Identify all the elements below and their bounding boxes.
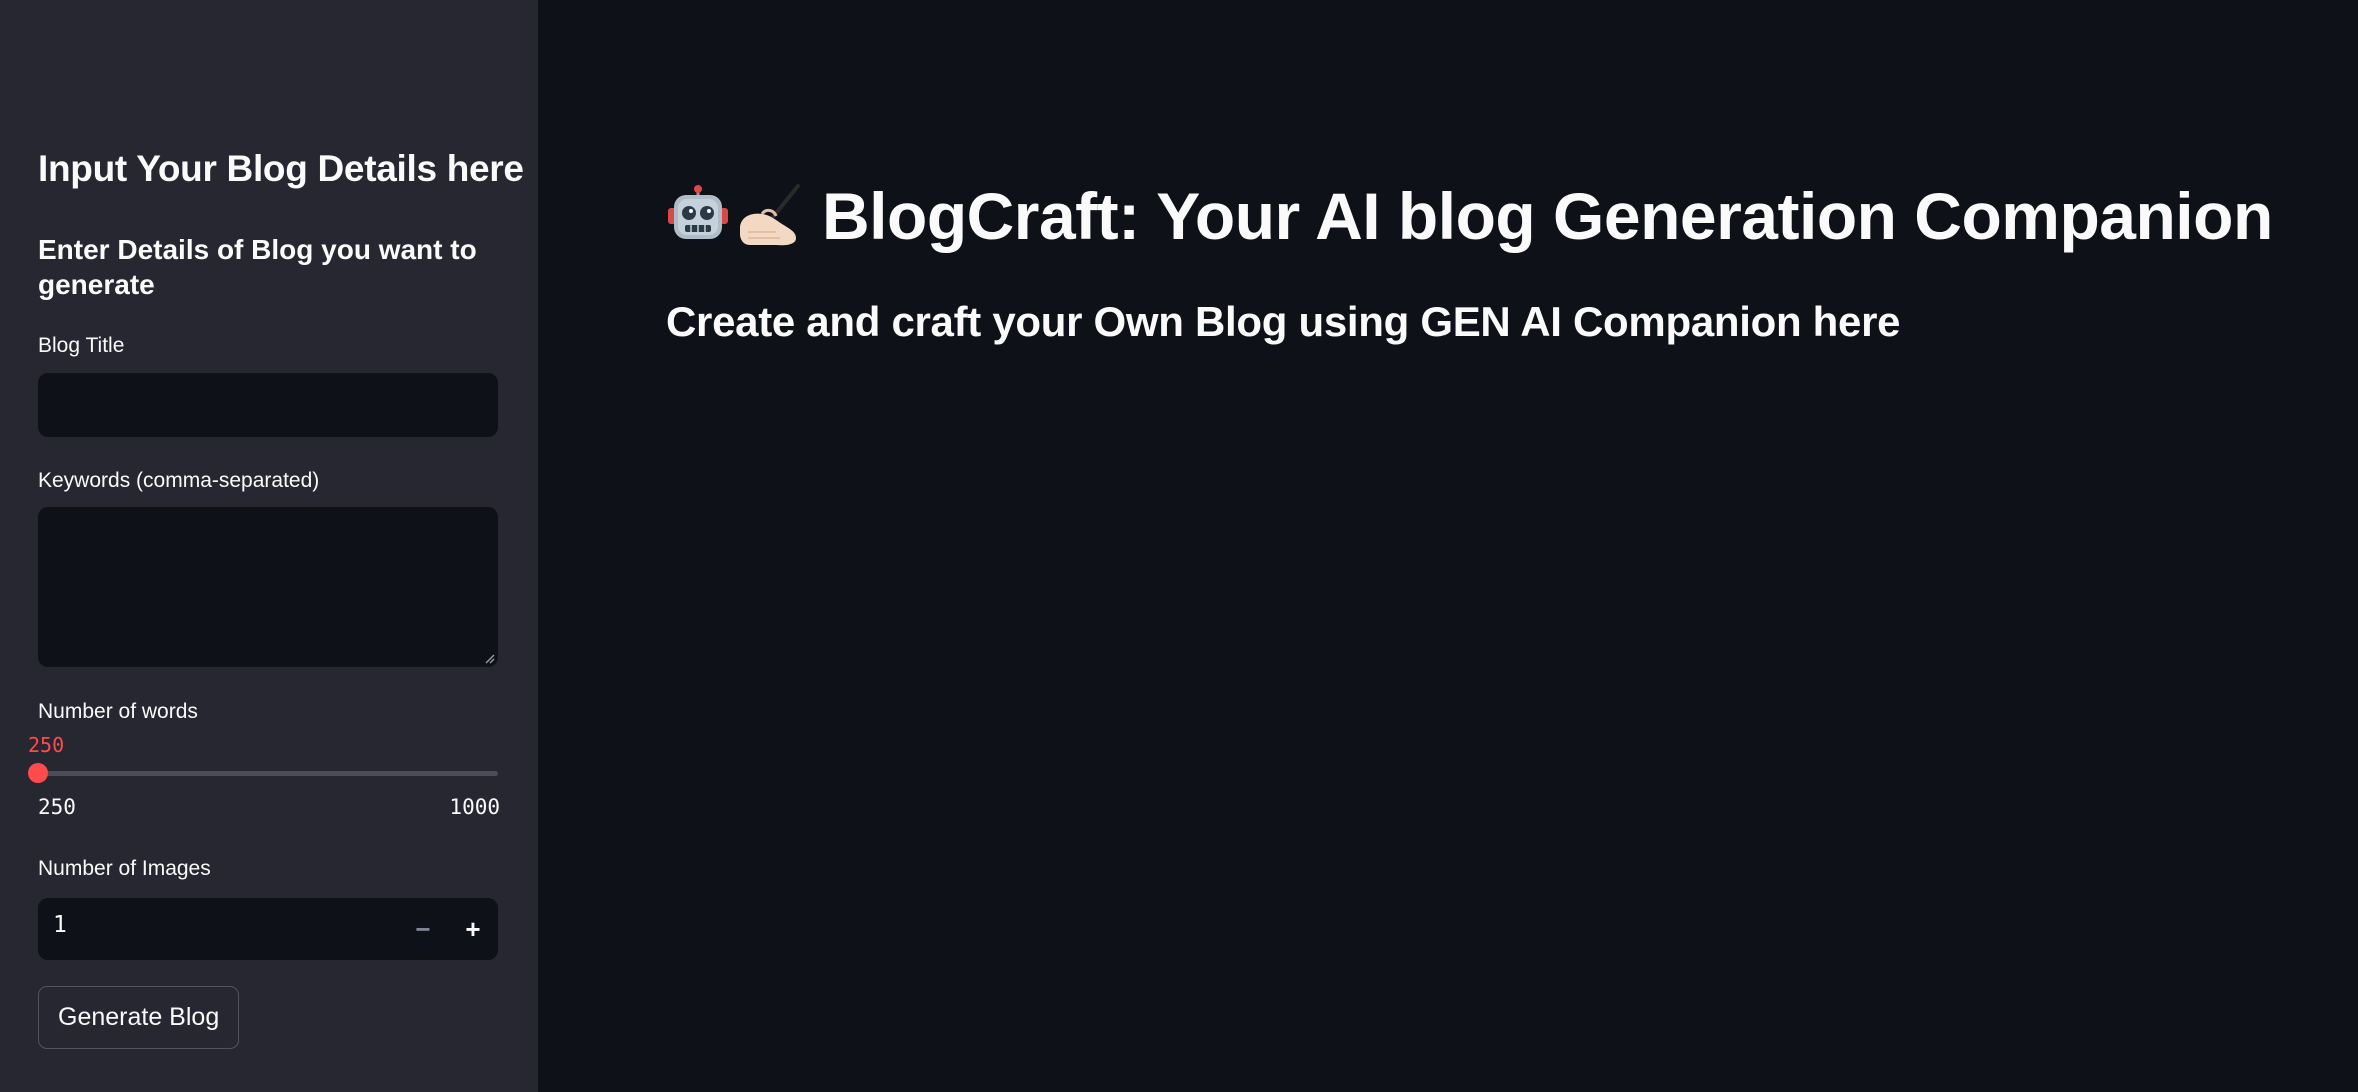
keywords-textarea[interactable] (38, 507, 498, 667)
num-images-stepper[interactable]: 1 − + (38, 898, 498, 960)
sidebar-header: Input Your Blog Details here (38, 148, 524, 189)
num-words-min-label: 250 (38, 795, 76, 819)
num-images-decrement-button[interactable]: − (398, 898, 448, 960)
writing-hand-icon (740, 184, 800, 246)
blog-title-input[interactable] (38, 373, 498, 437)
robot-icon (668, 185, 728, 239)
num-words-slider-thumb[interactable] (28, 763, 48, 783)
page-subtitle: Create and craft your Own Blog using GEN… (666, 298, 1901, 345)
num-words-max-label: 1000 (449, 795, 500, 819)
num-images-increment-button[interactable]: + (448, 898, 498, 960)
num-images-label: Number of Images (38, 857, 211, 880)
keywords-label: Keywords (comma-separated) (38, 469, 320, 492)
title-icons (666, 184, 808, 248)
sidebar-subheader: Enter Details of Blog you want to genera… (38, 234, 477, 300)
page-title-text: BlogCraft: Your AI blog Generation Compa… (822, 179, 2273, 253)
num-words-slider-value: 250 (28, 733, 65, 757)
num-images-value[interactable]: 1 (53, 912, 67, 938)
page-title: BlogCraft: Your AI blog Generation Compa… (666, 178, 2273, 254)
num-words-label: Number of words (38, 700, 198, 723)
blog-title-label: Blog Title (38, 334, 125, 357)
app-root: Input Your Blog Details here Enter Detai… (0, 0, 2358, 1092)
sidebar: Input Your Blog Details here Enter Detai… (0, 0, 538, 1092)
generate-blog-button[interactable]: Generate Blog (38, 986, 240, 1049)
resize-handle-icon[interactable] (483, 652, 495, 664)
num-words-slider-track[interactable] (38, 771, 498, 776)
